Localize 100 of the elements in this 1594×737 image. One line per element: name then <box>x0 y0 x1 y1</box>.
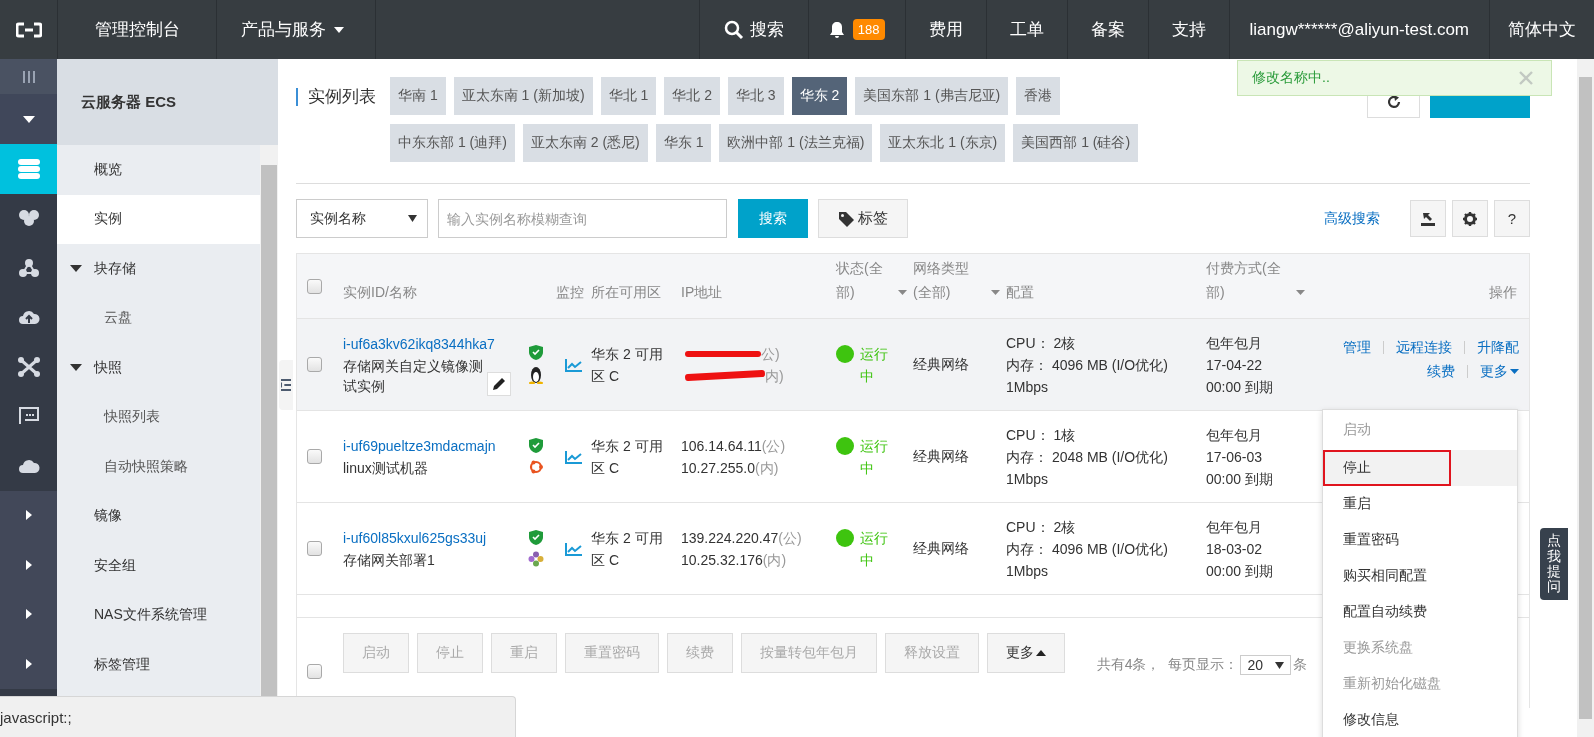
column-header: 操作 <box>1488 283 1518 302</box>
region-tab[interactable]: 华东 1 <box>655 124 712 162</box>
column-header: 状态(全部) <box>836 254 913 318</box>
ip-type-text: (公) <box>761 436 786 456</box>
instance-id-link[interactable]: i-uf69pueltze3mdacmajn <box>343 435 516 456</box>
ip-type-text: (公) <box>778 528 802 548</box>
nav-link[interactable]: 备案 <box>1066 0 1148 59</box>
instance-id-link[interactable]: i-uf6a3kv62ikq8344hka7 <box>343 333 516 354</box>
instance-id-link[interactable]: i-uf60l85kxul625gs33uj <box>343 527 516 548</box>
ask-tab[interactable]: 点我提问 <box>1540 528 1568 600</box>
instance-name: 存储网关自定义镜像测试实例 <box>343 356 484 396</box>
menu-item[interactable]: 修改信息 <box>1323 702 1517 737</box>
advanced-search-link[interactable]: 高级搜索 <box>1324 209 1380 228</box>
logo-icon[interactable] <box>15 21 42 38</box>
config-text: 内存： 4096 MB (I/O优化) <box>1006 355 1169 375</box>
product-title: 云服务器 ECS <box>81 92 176 112</box>
table-row[interactable]: i-uf6a3kv62ikq8344hka7 存储网关自定义镜像测试实例 华东 2 可用区 C 公) 内) 运行中 经典网络 CPU： 2核 内存： 4096 MB (I/O优化) 1Mbps 包年包月 17-04-22 00:00 到期 管理 远程连接 升降配 续费 更多 <box>297 319 1529 411</box>
shield-icon <box>529 438 543 453</box>
nav-link[interactable]: 费用 <box>904 0 986 59</box>
region-tab[interactable]: 美国东部 1 (弗吉尼亚) <box>855 77 1009 115</box>
chart-icon[interactable] <box>564 357 583 372</box>
nodes-icon <box>17 257 40 278</box>
caret-down-icon[interactable] <box>1296 290 1305 295</box>
search-field[interactable]: 输入实例名称模糊查询 <box>438 199 727 238</box>
action-link[interactable]: 远程连接 <box>1396 338 1452 357</box>
billing-text: 00:00 到期 <box>1206 377 1274 397</box>
sidebar-item[interactable]: 标签管理 <box>57 640 260 690</box>
sidebar-item[interactable]: 安全组 <box>57 541 260 591</box>
sidebar-item[interactable]: 镜像 <box>57 491 260 541</box>
edit-button[interactable] <box>487 371 511 396</box>
bulk-checkbox[interactable] <box>306 664 322 679</box>
row-checkbox[interactable] <box>306 357 322 372</box>
sidebar-item[interactable]: 块存储 <box>57 244 260 294</box>
region-tab[interactable]: 亚太东北 1 (东京) <box>880 124 1006 162</box>
network-type: 经典网络 <box>913 355 969 372</box>
sidebar-subitem[interactable]: 云盘 <box>57 293 260 343</box>
region-tab[interactable]: 华东 2 <box>791 77 848 115</box>
sidebar-item[interactable]: NAS文件系统管理 <box>57 590 260 640</box>
shield-icon <box>529 345 543 360</box>
scrollbar[interactable] <box>1577 59 1594 737</box>
settings-button[interactable] <box>1452 200 1488 237</box>
sidebar-subitem[interactable]: 快照列表 <box>57 392 260 442</box>
action-link[interactable]: 升降配 <box>1477 338 1519 357</box>
menu-item[interactable]: 配置自动续费 <box>1323 594 1517 630</box>
region-tab[interactable]: 中东东部 1 (迪拜) <box>390 124 515 162</box>
chart-icon[interactable] <box>564 541 583 556</box>
billing-text: 包年包月 <box>1206 517 1263 537</box>
sidebar-item[interactable]: 快照 <box>57 343 260 393</box>
row-checkbox[interactable] <box>306 449 322 464</box>
caret-down-icon <box>408 215 417 222</box>
column-header: 配置 <box>1006 283 1035 302</box>
menu-item[interactable]: 购买相同配置 <box>1323 558 1517 594</box>
chart-icon[interactable] <box>564 449 583 464</box>
menu-item[interactable]: 重置密码 <box>1323 522 1517 558</box>
bell-icon[interactable] <box>828 20 845 39</box>
action-link[interactable]: 续费 <box>1427 362 1455 381</box>
ip-type-text: 公) <box>761 344 780 364</box>
sidebar-item[interactable]: 实例 <box>57 194 260 244</box>
menu-item[interactable]: 停止 <box>1323 450 1517 486</box>
region-tab[interactable]: 欧洲中部 1 (法兰克福) <box>719 124 873 162</box>
screen-icon <box>18 407 39 426</box>
select-all-checkbox[interactable] <box>306 278 322 294</box>
private-ip: 10.25.32.176 <box>681 550 763 570</box>
sidebar-subitem[interactable]: 自动快照策略 <box>57 442 260 492</box>
region-tab[interactable]: 亚太东南 2 (悉尼) <box>522 124 648 162</box>
config-text: CPU： 2核 <box>1006 333 1077 353</box>
region-tab[interactable]: 美国西部 1 (硅谷) <box>1013 124 1139 162</box>
scrollbar[interactable] <box>260 145 278 696</box>
config-text: 内存： 4096 MB (I/O优化) <box>1006 539 1169 559</box>
status-url: javascript:; <box>0 708 72 726</box>
action-link[interactable]: 管理 <box>1343 338 1371 357</box>
caret-down-icon[interactable] <box>898 290 907 295</box>
account-menu[interactable]: liangw******@aliyun-test.com <box>1228 0 1489 59</box>
region-tab[interactable]: 华北 2 <box>664 77 720 115</box>
caret-right-icon <box>25 559 32 570</box>
tag-button[interactable]: 标签 <box>818 199 908 238</box>
sidebar-item[interactable]: 概览 <box>57 145 260 195</box>
bulk-action-button[interactable]: 更多 <box>987 633 1065 673</box>
help-button[interactable]: ? <box>1494 200 1530 237</box>
page-size-unit: 条 <box>1293 656 1307 674</box>
config-text: 1Mbps <box>1006 377 1050 397</box>
region-tab[interactable]: 香港 <box>1016 77 1061 115</box>
nav-link[interactable]: 支持 <box>1147 0 1229 59</box>
page-title: 实例列表 <box>296 88 376 106</box>
search-link[interactable]: 搜索 <box>698 0 808 59</box>
config-text: 内存： 2048 MB (I/O优化) <box>1006 447 1169 467</box>
search-icon <box>723 19 744 40</box>
search-field-select[interactable]: 实例名称 <box>296 199 428 238</box>
nav-link[interactable]: 工单 <box>985 0 1067 59</box>
action-link[interactable]: 更多 <box>1480 362 1519 381</box>
caret-down-icon[interactable] <box>991 290 1000 295</box>
row-checkbox[interactable] <box>306 541 322 556</box>
region-tab[interactable]: 华北 1 <box>600 77 657 115</box>
page-size-select[interactable]: 20 <box>1240 655 1291 675</box>
config-text: 1Mbps <box>1006 561 1050 581</box>
region-tab[interactable]: 华南 1 <box>390 77 446 115</box>
export-button[interactable] <box>1410 200 1446 237</box>
region-tab[interactable]: 亚太东南 1 (新加坡) <box>453 77 593 115</box>
collapse-handle[interactable] <box>279 360 293 410</box>
region-tab[interactable]: 华北 3 <box>727 77 784 115</box>
